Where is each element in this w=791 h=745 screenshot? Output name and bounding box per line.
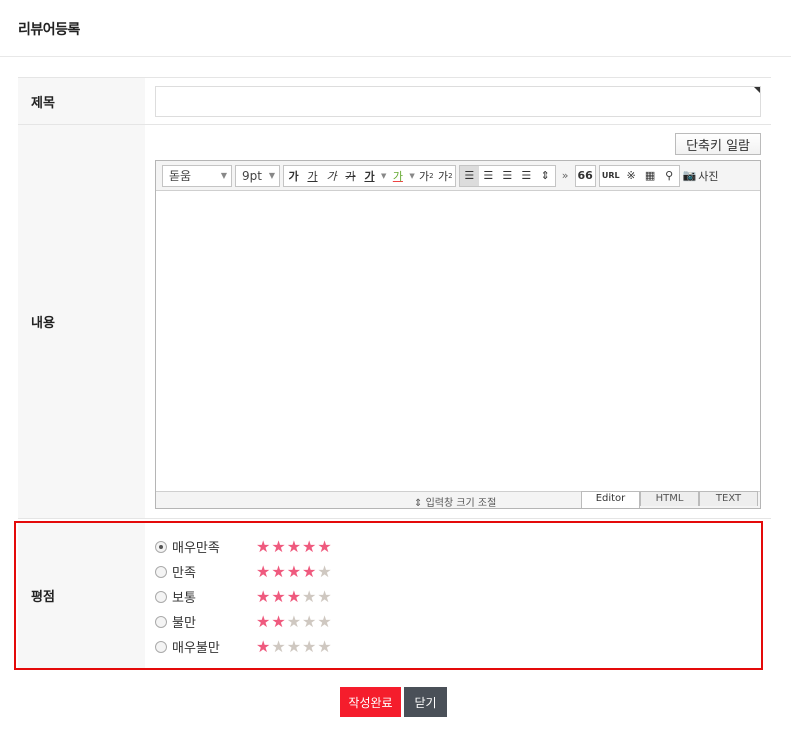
- quote-button[interactable]: 66: [576, 166, 595, 186]
- search-icon[interactable]: ⚲: [660, 166, 679, 186]
- title-row: 제목: [18, 78, 771, 125]
- italic-button[interactable]: 가: [322, 166, 341, 186]
- tab-editor[interactable]: Editor: [581, 491, 640, 508]
- photo-button[interactable]: 📷 사진: [683, 168, 719, 184]
- table-icon[interactable]: ▦: [641, 166, 660, 186]
- superscript-button[interactable]: 가2: [417, 166, 436, 186]
- bold-button[interactable]: 가: [284, 166, 303, 186]
- editor-footer: ⇕ 입력창 크기 조절 Editor HTML TEXT: [156, 491, 760, 509]
- page-header: 리뷰어등록: [0, 0, 791, 57]
- align-group: ☰ ☰ ☰ ☰ ⇕: [458, 164, 556, 187]
- chevron-down-icon[interactable]: ▼: [407, 166, 416, 186]
- quote-group: 66: [574, 164, 596, 187]
- editor-toolbar: 돋움 ▼ 9pt ▼ 가 가 가 가 가 ▼ 가 ▼ 가 2 가 2 ☰ ☰ ☰…: [156, 161, 760, 191]
- text-format-group: 가 가 가 가 가 ▼ 가 ▼ 가2 가2: [283, 164, 456, 187]
- close-button[interactable]: 닫기: [404, 687, 447, 717]
- special-char-button[interactable]: ※: [622, 166, 641, 186]
- font-color-button[interactable]: 가: [360, 166, 379, 186]
- strikethrough-button[interactable]: 가: [341, 166, 360, 186]
- align-justify-icon[interactable]: ☰: [517, 166, 536, 186]
- shortcut-list-button[interactable]: 단축키 일람: [675, 133, 761, 155]
- title-input[interactable]: [156, 87, 760, 116]
- editor-mode-tabs: Editor HTML TEXT: [581, 491, 758, 508]
- review-form: 제목 내용 단축키 일람 돋움 ▼ 9pt ▼ 가 가 가 가 가 ▼ 가 ▼ …: [18, 77, 771, 519]
- align-right-icon[interactable]: ☰: [498, 166, 517, 186]
- form-actions: 작성완료 닫기: [0, 687, 791, 717]
- title-label: 제목: [18, 78, 145, 124]
- align-center-icon[interactable]: ☰: [479, 166, 498, 186]
- chevron-down-icon: ▼: [268, 171, 275, 180]
- font-family-select[interactable]: 돋움 ▼: [162, 164, 232, 187]
- link-button[interactable]: URL: [600, 166, 622, 186]
- more-tools-button[interactable]: »: [559, 169, 572, 182]
- tab-html[interactable]: HTML: [640, 491, 699, 506]
- insert-group: URL ※ ▦ ⚲: [598, 164, 680, 187]
- resize-handle[interactable]: ⇕ 입력창 크기 조절: [414, 494, 496, 509]
- submit-button[interactable]: 작성완료: [340, 687, 401, 717]
- align-left-icon[interactable]: ☰: [459, 165, 479, 186]
- title-input-wrapper: [155, 86, 761, 117]
- content-label: 내용: [18, 125, 145, 518]
- content-row: 내용 단축키 일람 돋움 ▼ 9pt ▼ 가 가 가 가 가 ▼ 가 ▼ 가 2…: [18, 125, 771, 519]
- rich-text-editor: 돋움 ▼ 9pt ▼ 가 가 가 가 가 ▼ 가 ▼ 가 2 가 2 ☰ ☰ ☰…: [155, 160, 761, 509]
- editor-body[interactable]: [156, 191, 760, 491]
- highlight-color-button[interactable]: 가: [388, 166, 407, 186]
- underline-button[interactable]: 가: [303, 166, 322, 186]
- resize-corner-icon: [754, 87, 760, 93]
- tab-text[interactable]: TEXT: [699, 491, 758, 506]
- chevron-down-icon[interactable]: ▼: [379, 166, 388, 186]
- chevron-down-icon: ▼: [220, 171, 227, 180]
- subscript-button[interactable]: 가2: [436, 166, 455, 186]
- camera-icon: 📷: [682, 169, 697, 182]
- font-size-select[interactable]: 9pt ▼: [235, 164, 280, 187]
- line-height-icon[interactable]: ⇕: [536, 166, 555, 186]
- page-title: 리뷰어등록: [18, 22, 80, 38]
- rating-highlight-box: [14, 521, 763, 670]
